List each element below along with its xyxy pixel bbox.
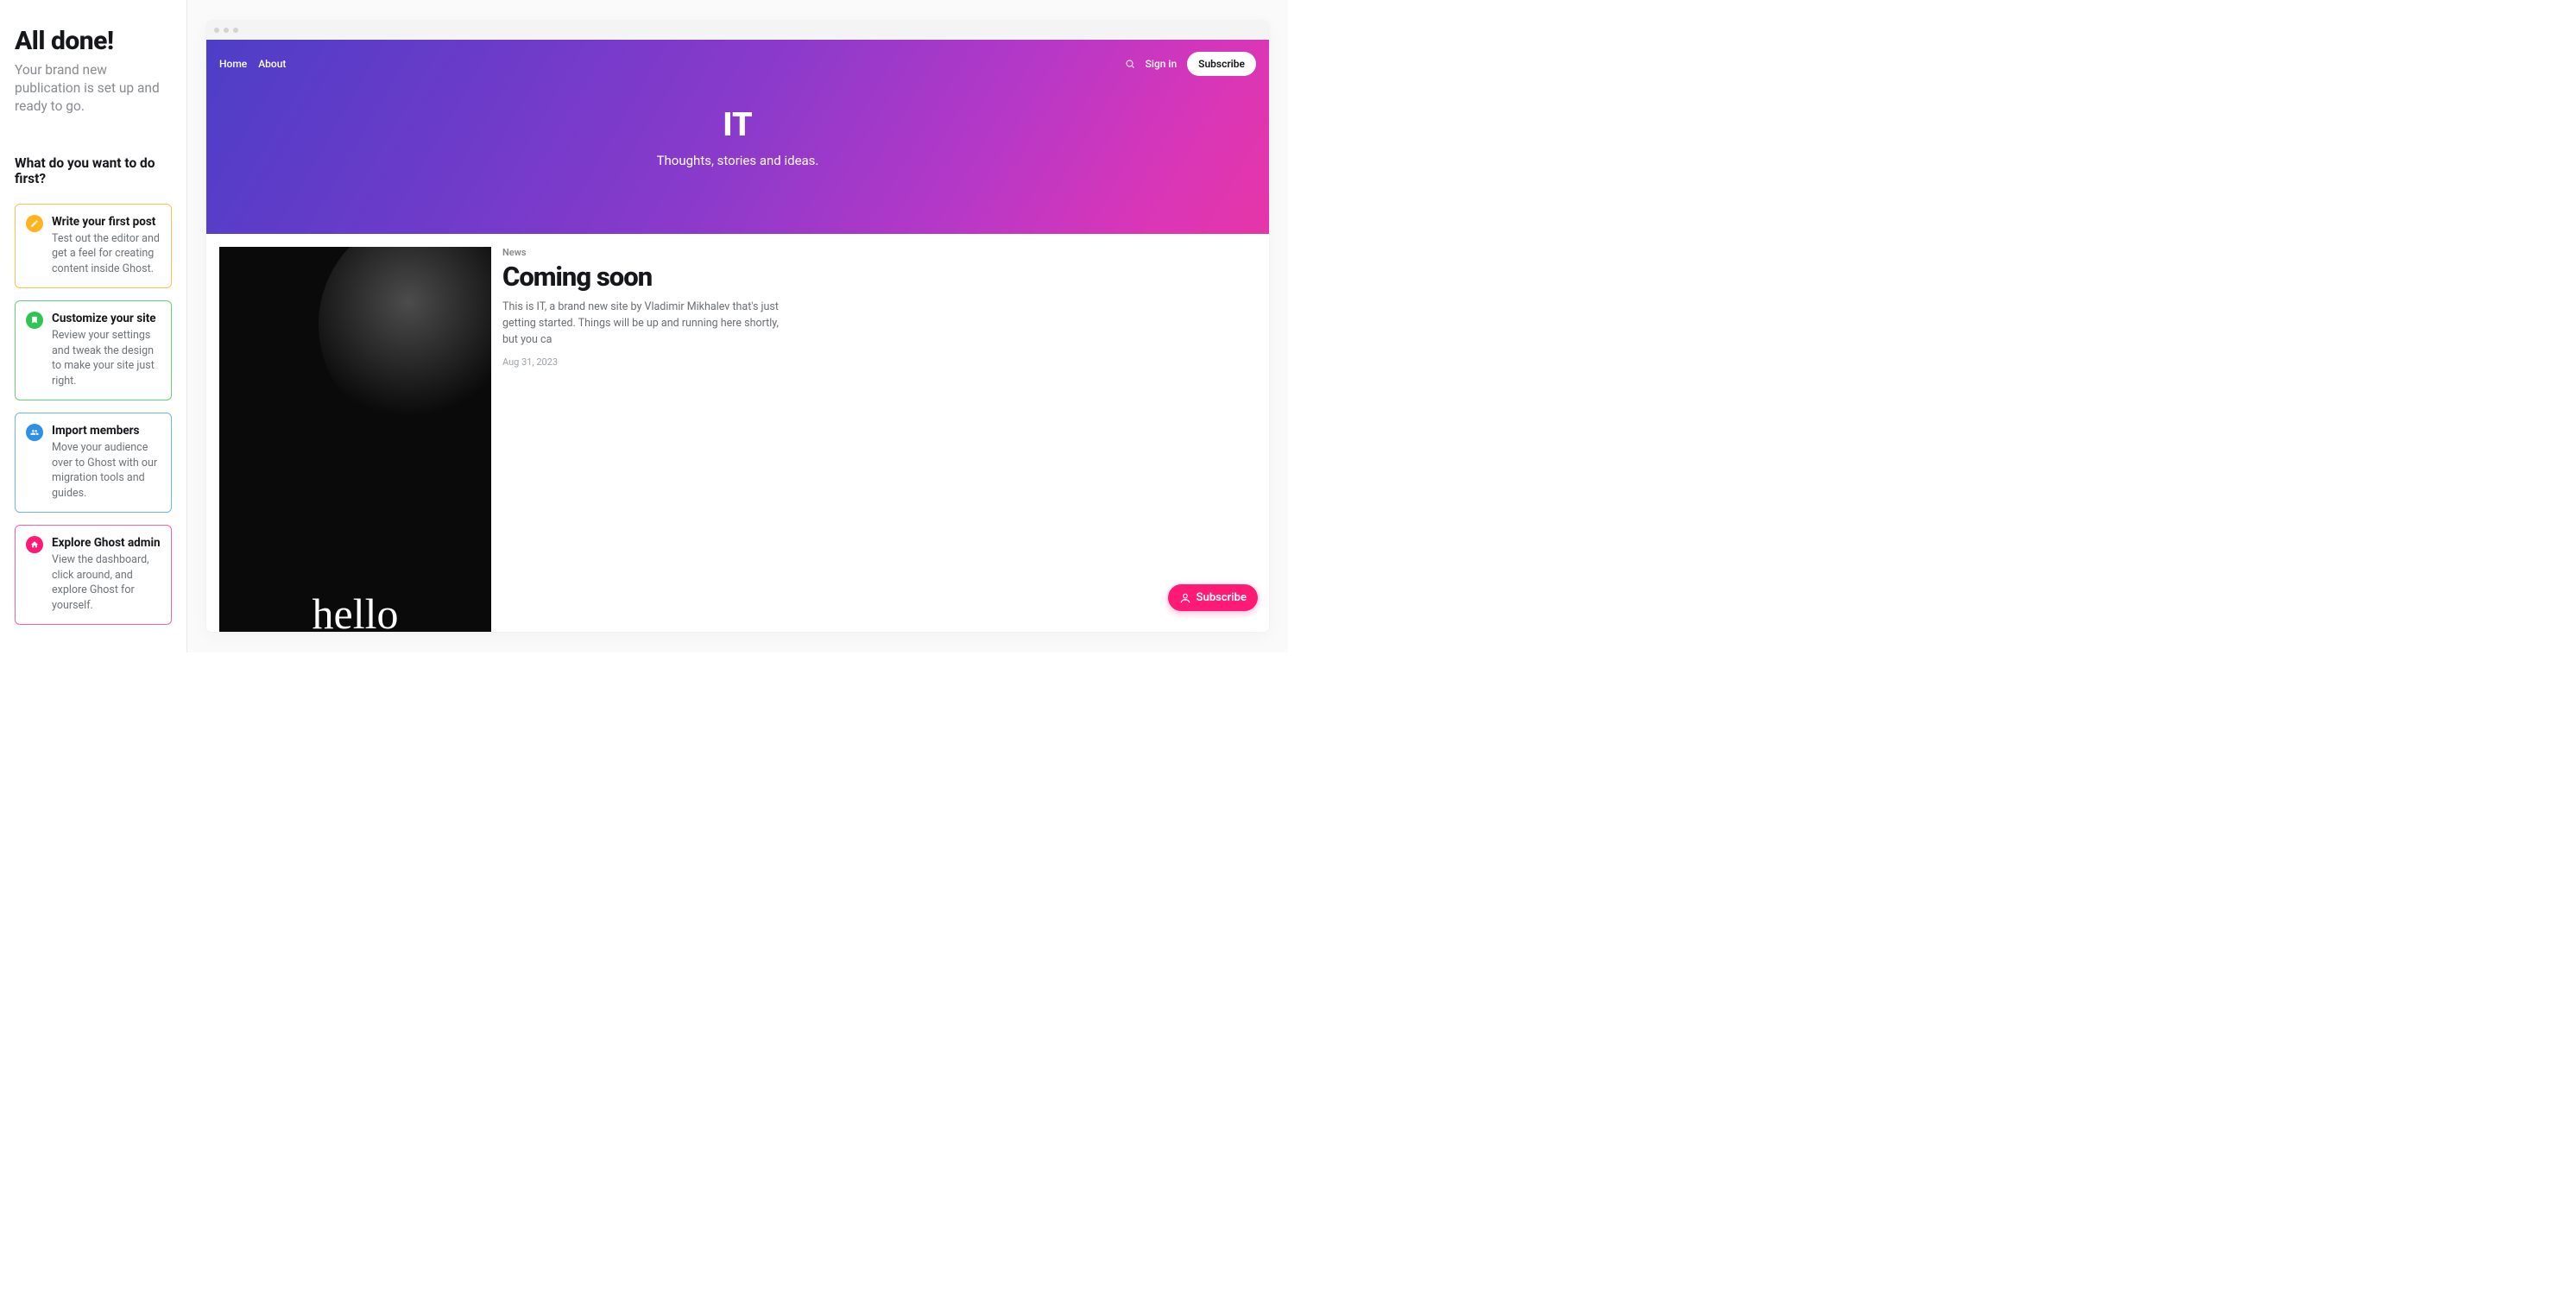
card-desc: View the dashboard, click around, and ex… xyxy=(52,552,161,613)
card-desc: Move your audience over to Ghost with ou… xyxy=(52,440,161,501)
post-excerpt: This is IT, a brand new site by Vladimir… xyxy=(502,299,779,348)
preview-area: Home About Sign in Subscribe IT Thoughts… xyxy=(187,0,1288,652)
post-date: Aug 31, 2023 xyxy=(502,356,1256,368)
users-icon xyxy=(26,424,43,441)
hero: Home About Sign in Subscribe IT Thoughts… xyxy=(206,40,1269,234)
post-title[interactable]: Coming soon xyxy=(502,261,1256,293)
card-explore-admin[interactable]: Explore Ghost admin View the dashboard, … xyxy=(15,525,172,625)
nav-home[interactable]: Home xyxy=(219,58,247,70)
question: What do you want to do first? xyxy=(15,155,172,186)
card-import-members[interactable]: Import members Move your audience over t… xyxy=(15,413,172,513)
home-icon xyxy=(26,536,43,553)
window-dot xyxy=(214,28,219,33)
onboarding-sidebar: All done! Your brand new publication is … xyxy=(0,0,187,652)
subhead: Your brand new publication is set up and… xyxy=(15,61,172,116)
hero-nav: Home About Sign in Subscribe xyxy=(206,40,1269,76)
window-dot xyxy=(233,28,238,33)
card-customize-site[interactable]: Customize your site Review your settings… xyxy=(15,300,172,400)
palette-icon xyxy=(26,312,43,329)
card-title: Customize your site xyxy=(52,312,161,325)
edit-icon xyxy=(26,215,43,232)
subscribe-fab[interactable]: Subscribe xyxy=(1168,584,1258,611)
search-icon[interactable] xyxy=(1125,56,1135,72)
card-title: Explore Ghost admin xyxy=(52,536,161,550)
card-title: Import members xyxy=(52,424,161,438)
window-dot xyxy=(224,28,229,33)
card-desc: Review your settings and tweak the desig… xyxy=(52,328,161,388)
post-image: hello xyxy=(219,247,491,632)
nav-about[interactable]: About xyxy=(258,58,286,70)
card-write-post[interactable]: Write your first post Test out the edito… xyxy=(15,204,172,289)
window-chrome xyxy=(206,21,1269,40)
subscribe-fab-label: Subscribe xyxy=(1196,591,1247,604)
site-title: IT xyxy=(206,106,1269,144)
post-image-text: hello xyxy=(313,589,399,632)
browser-mockup: Home About Sign in Subscribe IT Thoughts… xyxy=(206,21,1269,632)
subscribe-button[interactable]: Subscribe xyxy=(1187,52,1256,76)
card-desc: Test out the editor and get a feel for c… xyxy=(52,231,161,277)
headline: All done! xyxy=(15,26,172,56)
signin-link[interactable]: Sign in xyxy=(1146,58,1178,70)
featured-post: hello News Coming soon This is IT, a bra… xyxy=(206,234,1269,632)
card-title: Write your first post xyxy=(52,215,161,229)
user-icon xyxy=(1179,592,1191,604)
post-tag: News xyxy=(502,247,1256,258)
site-tagline: Thoughts, stories and ideas. xyxy=(206,153,1269,168)
